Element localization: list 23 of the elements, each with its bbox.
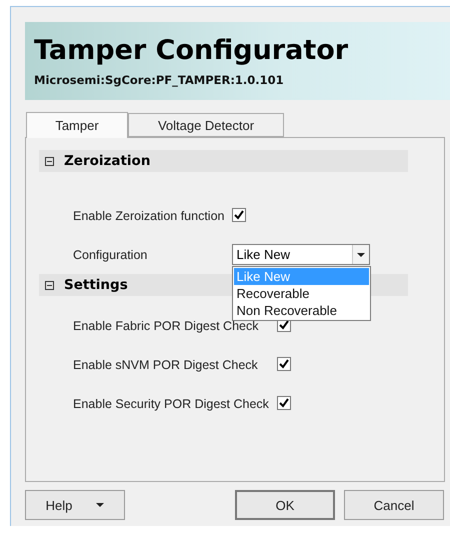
collapse-icon[interactable] [45,156,54,166]
field-label: Configuration [73,246,148,262]
tab[interactable]: Voltage Detector [128,113,284,137]
ok-button[interactable]: OK [235,490,335,520]
section-title: Zeroization [64,153,150,169]
tab[interactable]: Tamper [26,112,128,138]
field-label: Enable Fabric POR Digest Check [73,318,258,334]
configuration-dropdown[interactable]: Like New [232,244,370,265]
caret-icon [96,503,104,507]
field-label: Enable Zeroization function [73,208,224,224]
checkbox[interactable] [276,356,291,370]
window-title: Tamper Configurator [34,35,350,67]
cancel-button[interactable]: Cancel [344,490,444,520]
section-title: Settings [64,277,128,293]
field-label: Enable Security POR Digest Check [73,396,269,412]
checkbox[interactable] [276,396,291,410]
caret-icon [357,252,366,256]
collapse-icon[interactable] [45,280,54,290]
field-label: Enable sNVM POR Digest Check [73,356,258,372]
component-id: Microsemi:SgCore:PF_TAMPER:1.0.101 [34,73,285,87]
checkbox[interactable] [232,208,246,222]
help-button[interactable]: Help [25,490,125,520]
section-header[interactable]: Zeroization [39,150,408,172]
